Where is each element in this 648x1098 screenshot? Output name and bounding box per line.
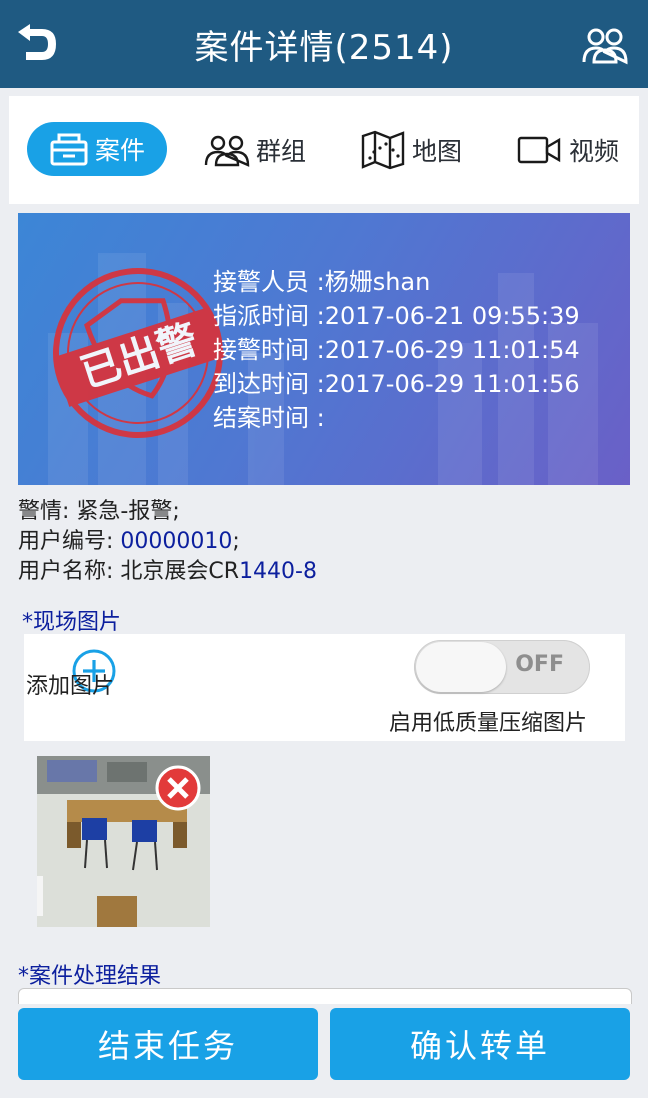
toggle-knob: [416, 642, 506, 692]
toggle-state: OFF: [515, 652, 564, 677]
info-row-closed-time: 结案时间 :: [213, 404, 325, 432]
end-task-button[interactable]: 结束任务: [18, 1008, 318, 1080]
dispatched-stamp: 已出警: [53, 268, 226, 438]
low-quality-label: 启用低质量压缩图片: [389, 711, 588, 736]
info-row-received-time: 接警时间 :2017-06-29 11:01:54: [213, 336, 580, 364]
back-icon[interactable]: [12, 22, 58, 66]
tab-group[interactable]: 群组: [204, 96, 306, 204]
scene-photos-label: *现场图片: [22, 610, 122, 635]
case-icon: [50, 133, 88, 166]
user-name-label: 用户名称: 北京展会CR: [18, 559, 240, 584]
user-number-label: 用户编号:: [18, 529, 121, 554]
info-row-arrival-time: 到达时间 :2017-06-29 11:01:56: [213, 370, 580, 398]
confirm-transfer-button[interactable]: 确认转单: [330, 1008, 630, 1080]
map-icon: [361, 130, 405, 170]
tab-video[interactable]: 视频: [517, 96, 619, 204]
video-icon: [517, 136, 561, 164]
stamp-text: 已出警: [75, 316, 203, 397]
case-result-label: *案件处理结果: [18, 964, 162, 989]
remove-photo-icon[interactable]: [155, 765, 201, 811]
tab-map[interactable]: 地图: [360, 96, 462, 204]
user-number-value: 00000010: [120, 529, 233, 554]
alert-label: 警情:: [18, 499, 77, 524]
tab-map-label: 地图: [412, 137, 463, 166]
tab-case-label: 案件: [94, 136, 145, 165]
group-icon: [204, 135, 250, 167]
tab-bar: 案件 群组 地图 视频: [9, 96, 639, 204]
low-quality-toggle[interactable]: OFF: [414, 640, 590, 694]
case-status-card: 已出警 接警人员 :杨姗shan 指派时间 :2017-06-21 09:55:…: [18, 213, 630, 485]
alert-row: 警情: 紧急-报警;: [18, 497, 317, 527]
dispatch-info: 接警人员 :杨姗shan 指派时间 :2017-06-21 09:55:39 接…: [213, 265, 580, 435]
group-icon[interactable]: [582, 24, 628, 66]
user-number-suffix: ;: [232, 529, 240, 554]
info-row-assigned-time: 指派时间 :2017-06-21 09:55:39: [213, 302, 580, 330]
tab-video-label: 视频: [569, 137, 620, 166]
add-photo-label[interactable]: 添加图片: [26, 668, 114, 700]
user-name-value: 1440-8: [239, 559, 317, 584]
tab-group-label: 群组: [256, 137, 307, 166]
top-bar: 案件详情(2514): [0, 0, 648, 88]
user-number-row: 用户编号: 00000010;: [18, 527, 317, 557]
alert-value: 紧急-报警;: [76, 499, 180, 524]
tab-case[interactable]: 案件: [27, 122, 167, 176]
user-name-row: 用户名称: 北京展会CR1440-8: [18, 557, 317, 587]
page-title: 案件详情(2514): [194, 27, 454, 68]
case-details: 警情: 紧急-报警; 用户编号: 00000010; 用户名称: 北京展会CR1…: [18, 497, 317, 587]
info-row-receiver: 接警人员 :杨姗shan: [213, 268, 431, 296]
